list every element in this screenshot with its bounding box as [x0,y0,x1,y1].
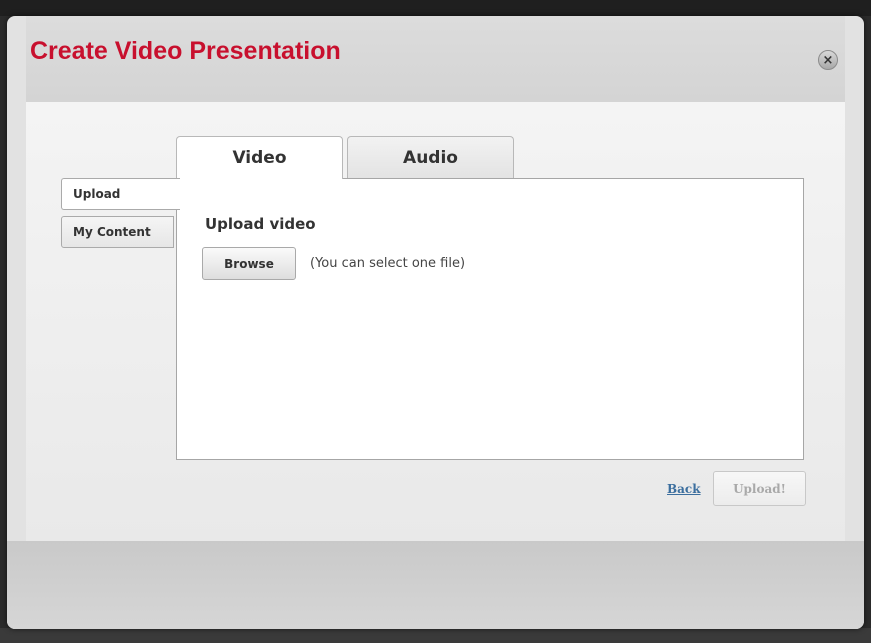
tab-video[interactable]: Video [176,136,343,179]
close-icon[interactable]: × [818,50,838,70]
page-backdrop [0,0,871,16]
back-link[interactable]: Back [667,482,701,496]
dialog-title: Create Video Presentation [30,37,341,65]
upload-button[interactable]: Upload! [713,471,806,506]
page-backdrop-bottom [0,628,871,643]
upload-panel: Upload video Browse (You can select one … [176,178,804,460]
side-tab-upload-label: Upload [73,187,121,201]
side-tab-my-content-label: My Content [73,225,151,239]
side-tab-my-content[interactable]: My Content [61,216,174,248]
tab-audio-label: Audio [403,147,458,168]
browse-button[interactable]: Browse [202,247,296,280]
dialog-footer-band [7,541,864,629]
tab-video-label: Video [232,148,287,168]
tab-audio[interactable]: Audio [347,136,514,178]
upload-section-title: Upload video [205,215,316,233]
file-hint-text: (You can select one file) [310,256,466,271]
side-tab-upload[interactable]: Upload [61,178,180,210]
